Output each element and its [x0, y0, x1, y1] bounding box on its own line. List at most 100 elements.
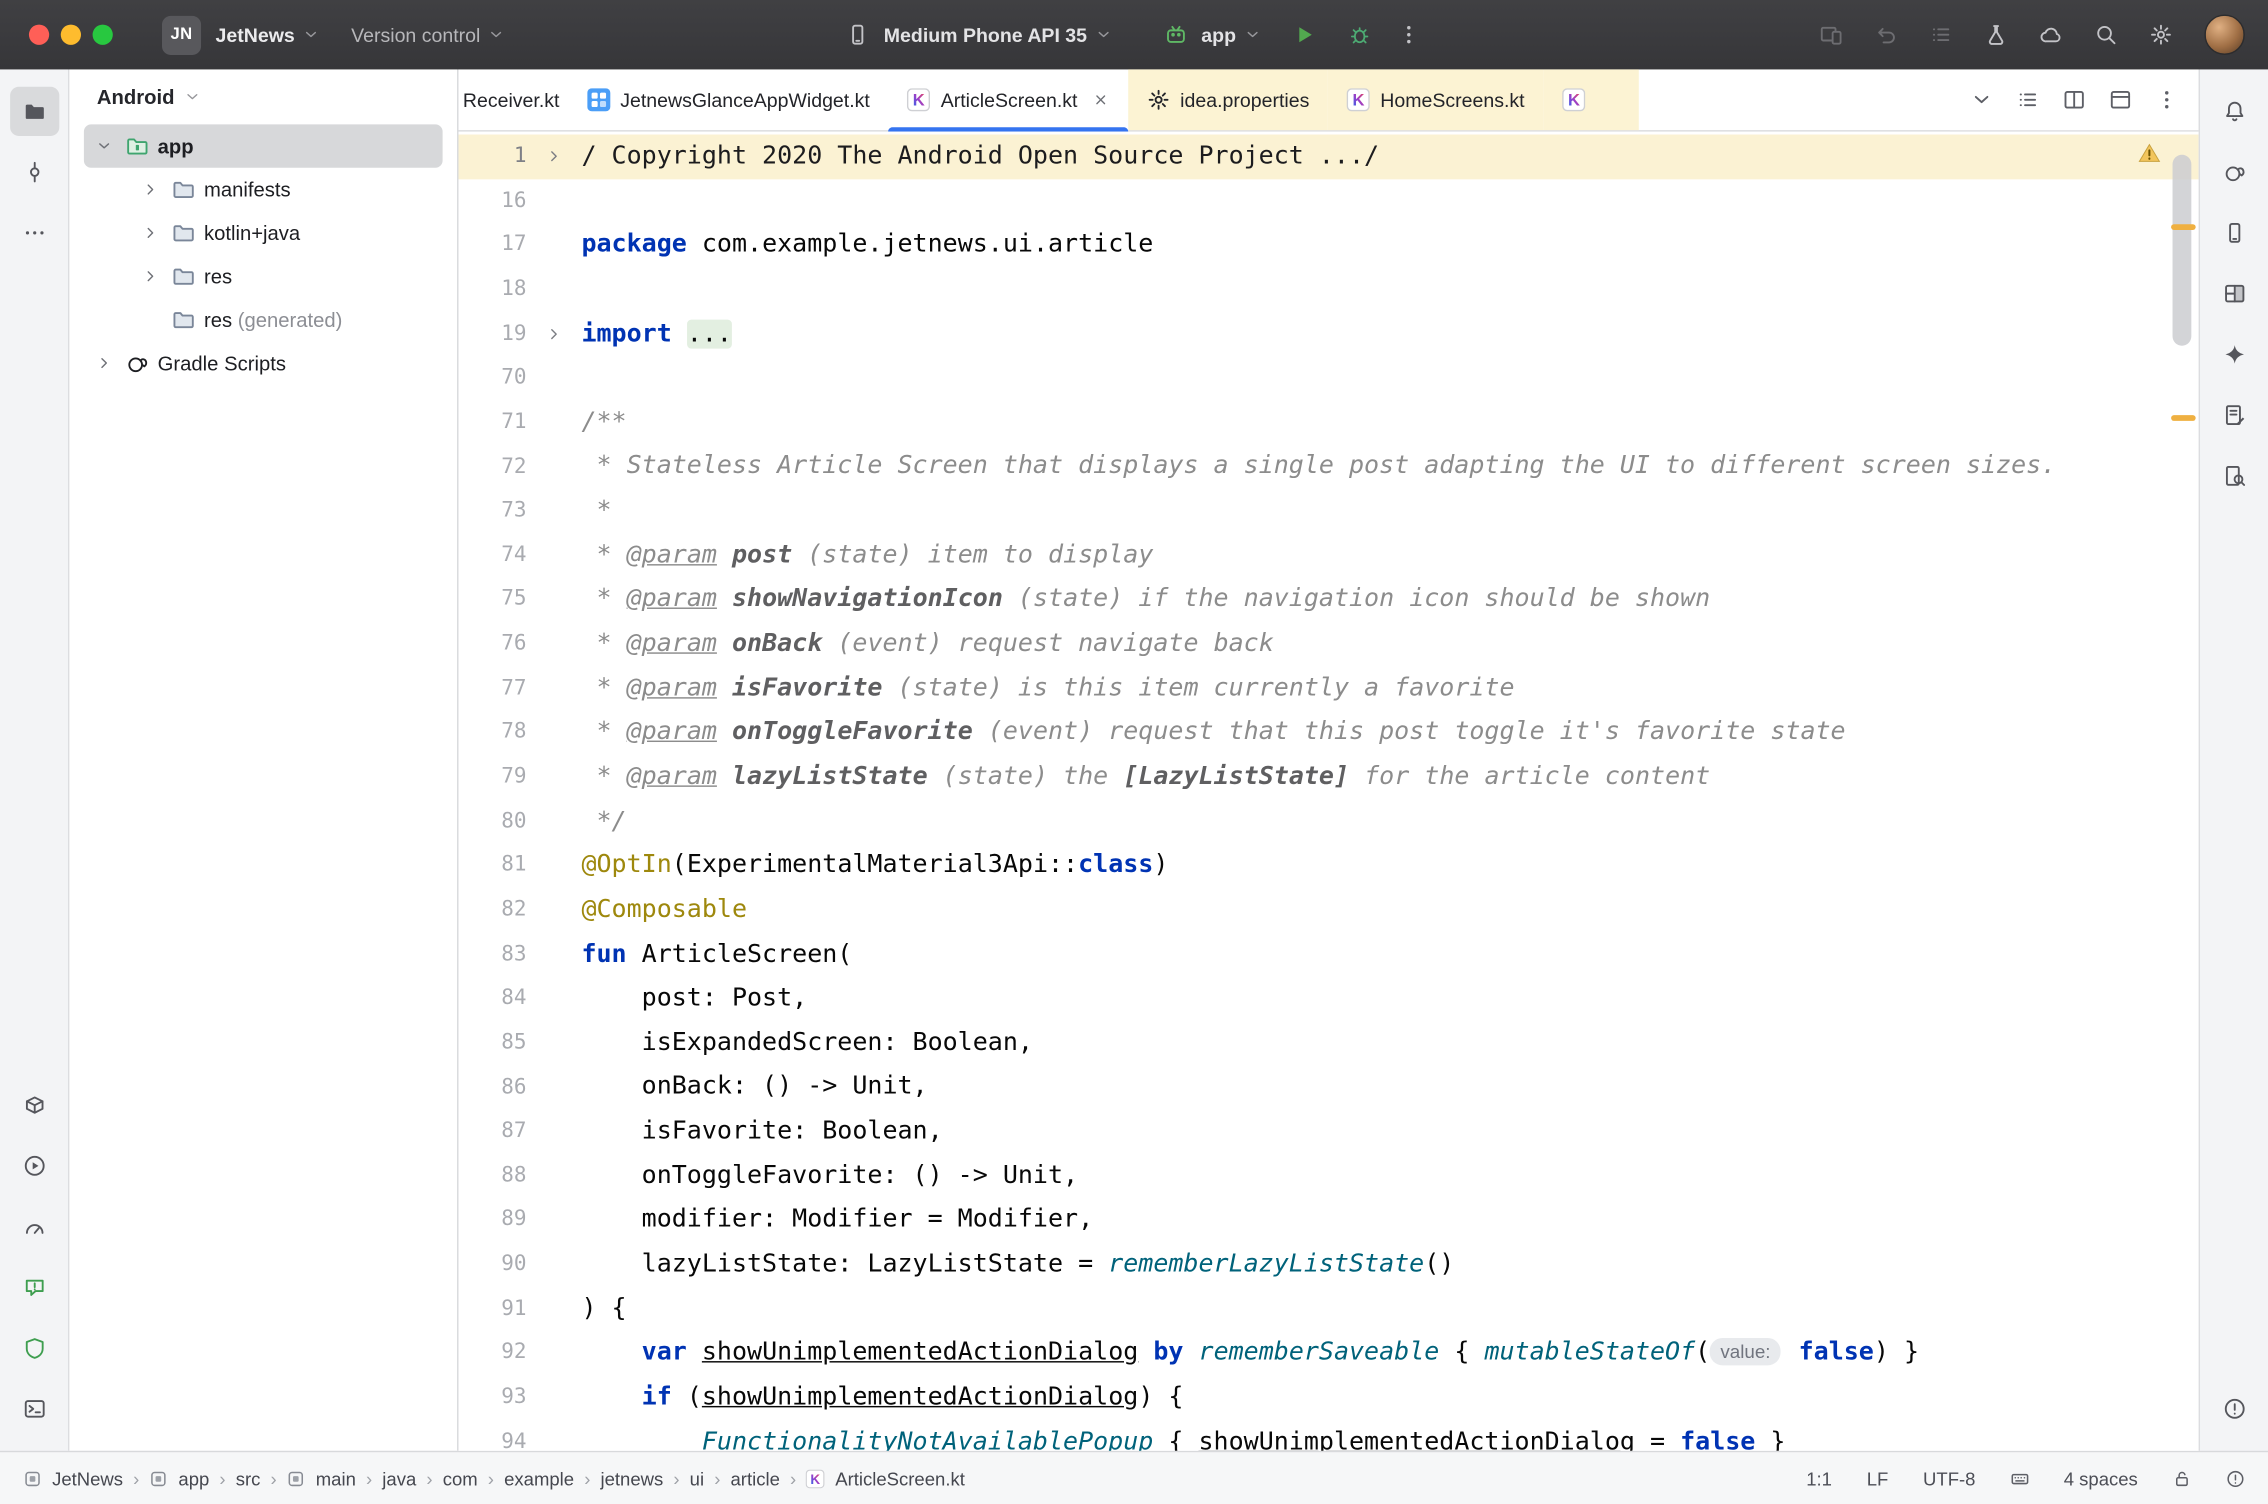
code-text[interactable]: * @param isFavorite (state) is this item… [581, 666, 2198, 710]
breadcrumb-item-com[interactable]: com [443, 1467, 478, 1489]
close-window-button[interactable] [29, 25, 49, 45]
tree-item-gradle-scripts[interactable]: Gradle Scripts [84, 341, 443, 384]
code-text[interactable]: * @param showNavigationIcon (state) if t… [581, 578, 2198, 622]
breadcrumb-item-ui[interactable]: ui [690, 1467, 704, 1489]
breadcrumb-item-main[interactable]: main [287, 1467, 356, 1489]
fold-marker-icon[interactable] [526, 148, 581, 165]
layout-inspector-button[interactable] [2209, 269, 2258, 318]
code-text[interactable]: modifier: Modifier = Modifier, [581, 1198, 2198, 1242]
code-line-80[interactable]: 80 */ [459, 799, 2199, 843]
commit-button[interactable] [9, 148, 58, 197]
code-text[interactable]: @OptIn(ExperimentalMaterial3Api::class) [581, 844, 2198, 888]
code-text[interactable]: fun ArticleScreen( [581, 932, 2198, 976]
code-text[interactable]: isExpandedScreen: Boolean, [581, 1021, 2198, 1065]
breadcrumb-item-article[interactable]: article [731, 1467, 780, 1489]
shield-button[interactable] [9, 1323, 58, 1372]
editor-options-icon[interactable] [2155, 88, 2178, 111]
code-line-76[interactable]: 76 * @param onBack (event) request navig… [459, 622, 2199, 666]
breadcrumb-item-jetnews[interactable]: JetNews [23, 1467, 123, 1489]
editor-scrollbar[interactable] [2173, 155, 2192, 346]
settings-button[interactable] [2149, 23, 2172, 46]
run-button[interactable] [1292, 23, 1315, 46]
code-line-91[interactable]: 91) { [459, 1287, 2199, 1331]
code-text[interactable]: * @param lazyListState (state) the [Lazy… [581, 755, 2198, 799]
zoom-window-button[interactable] [93, 25, 113, 45]
code-text[interactable]: var showUnimplementedActionDialog by rem… [581, 1331, 2198, 1375]
code-line-89[interactable]: 89 modifier: Modifier = Modifier, [459, 1198, 2199, 1242]
project-button[interactable] [9, 87, 58, 136]
code-line-75[interactable]: 75 * @param showNavigationIcon (state) i… [459, 578, 2199, 622]
debug-button[interactable] [1347, 23, 1370, 46]
breadcrumb-item-jetnews[interactable]: jetnews [600, 1467, 663, 1489]
code-line-77[interactable]: 77 * @param isFavorite (state) is this i… [459, 666, 2199, 710]
code-text[interactable]: * @param onBack (event) request navigate… [581, 622, 2198, 666]
code-text[interactable]: onToggleFavorite: () -> Unit, [581, 1154, 2198, 1198]
code-line-71[interactable]: 71/** [459, 400, 2199, 444]
code-line-1[interactable]: 1/ Copyright 2020 The Android Open Sourc… [459, 135, 2199, 179]
preview-layout-icon[interactable] [2109, 88, 2132, 111]
code-line-73[interactable]: 73 * [459, 489, 2199, 533]
chevron-down-icon[interactable] [91, 137, 117, 154]
tab-homescreens-kt[interactable]: KHomeScreens.kt [1328, 69, 1543, 130]
document-search-button[interactable] [2209, 451, 2258, 500]
tree-item-app[interactable]: app [84, 124, 443, 167]
code-line-16[interactable]: 16 [459, 179, 2199, 223]
chevron-right-icon[interactable] [91, 354, 117, 371]
tab-clipped[interactable]: K [1543, 69, 1638, 130]
breadcrumb-item-src[interactable]: src [236, 1467, 261, 1489]
indent-widget[interactable]: 4 spaces [2064, 1467, 2138, 1489]
sync-button[interactable] [2039, 23, 2062, 46]
code-text[interactable]: / Copyright 2020 The Android Open Source… [581, 135, 2198, 179]
keyboard-icon[interactable] [2010, 1469, 2029, 1488]
code-line-93[interactable]: 93 if (showUnimplementedActionDialog) { [459, 1375, 2199, 1419]
code-line-78[interactable]: 78 * @param onToggleFavorite (event) req… [459, 711, 2199, 755]
code-text[interactable]: onBack: () -> Unit, [581, 1065, 2198, 1109]
vcs-menu[interactable]: Version control [351, 24, 505, 46]
run-configuration-selector[interactable]: app [1201, 24, 1260, 46]
device-selector[interactable]: Medium Phone API 35 [884, 24, 1112, 46]
code-line-84[interactable]: 84 post: Post, [459, 977, 2199, 1021]
device-explorer-button[interactable] [2209, 208, 2258, 257]
code-line-79[interactable]: 79 * @param lazyListState (state) the [L… [459, 755, 2199, 799]
code-line-94[interactable]: 94 FunctionalityNotAvailablePopup { show… [459, 1420, 2199, 1451]
fold-marker-icon[interactable] [526, 325, 581, 342]
code-line-81[interactable]: 81@OptIn(ExperimentalMaterial3Api::class… [459, 844, 2199, 888]
code-line-82[interactable]: 82@Composable [459, 888, 2199, 932]
run-button[interactable] [9, 1141, 58, 1190]
code-text[interactable]: */ [581, 799, 2198, 843]
chevron-right-icon[interactable] [137, 181, 163, 198]
more-button[interactable] [9, 208, 58, 257]
breadcrumb-item-example[interactable]: example [504, 1467, 574, 1489]
notifications-button[interactable] [2209, 87, 2258, 136]
tree-item-res[interactable]: res [84, 255, 443, 298]
tab-idea-properties[interactable]: idea.properties [1128, 69, 1328, 130]
search-everywhere-button[interactable] [2094, 23, 2117, 46]
gradle-button[interactable] [2209, 148, 2258, 197]
terminal-button[interactable] [9, 1384, 58, 1433]
code-text[interactable]: lazyListState: LazyListState = rememberL… [581, 1243, 2198, 1287]
profiler-button[interactable] [9, 1202, 58, 1251]
code-text[interactable]: * @param onToggleFavorite (event) reques… [581, 711, 2198, 755]
gemini-button[interactable] [2209, 330, 2258, 379]
editor-list-view-icon[interactable] [2016, 88, 2039, 111]
more-actions-button[interactable] [1397, 23, 1420, 46]
breadcrumb-item-app[interactable]: app [149, 1467, 209, 1489]
hidden-tabs-icon[interactable] [1970, 88, 1993, 111]
readonly-lock-icon[interactable] [2173, 1469, 2192, 1488]
code-text[interactable]: ) { [581, 1287, 2198, 1331]
code-text[interactable]: import ... [581, 312, 2198, 356]
code-line-92[interactable]: 92 var showUnimplementedActionDialog by … [459, 1331, 2199, 1375]
code-line-86[interactable]: 86 onBack: () -> Unit, [459, 1065, 2199, 1109]
tree-item-res[interactable]: res (generated) [84, 298, 443, 341]
code-line-85[interactable]: 85 isExpandedScreen: Boolean, [459, 1021, 2199, 1065]
code-text[interactable]: isFavorite: Boolean, [581, 1110, 2198, 1154]
code-editor[interactable]: 1/ Copyright 2020 The Android Open Sourc… [459, 132, 2199, 1451]
cursor-position-widget[interactable]: 1:1 [1806, 1467, 1832, 1489]
tab-jetnewsglanceappwidget-kt[interactable]: JetnewsGlanceAppWidget.kt [568, 69, 889, 130]
code-line-17[interactable]: 17package com.example.jetnews.ui.article [459, 223, 2199, 267]
tests-button[interactable] [1984, 23, 2007, 46]
inspections-status-icon[interactable] [2226, 1469, 2245, 1488]
package-button[interactable] [9, 1080, 58, 1129]
split-editor-icon[interactable] [2063, 88, 2086, 111]
breadcrumb-item-java[interactable]: java [382, 1467, 416, 1489]
